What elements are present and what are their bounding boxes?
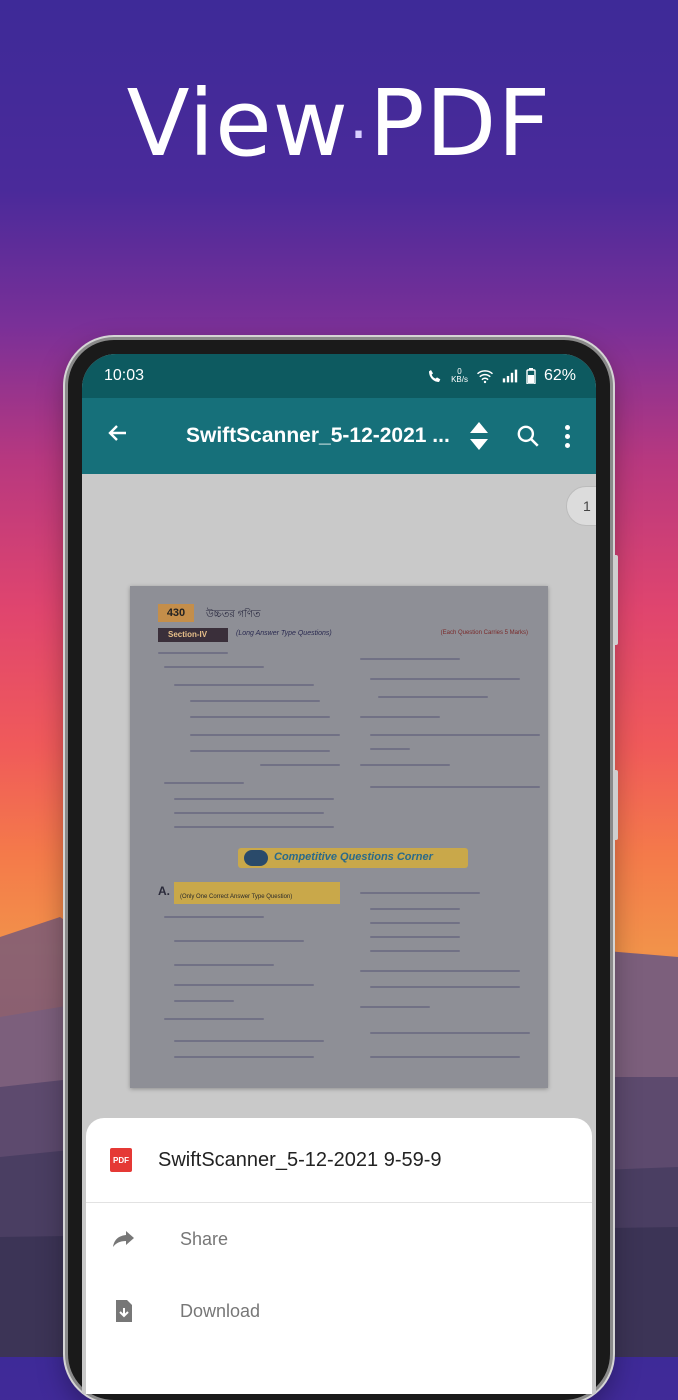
battery-percent: 62% xyxy=(543,367,576,384)
bottom-sheet: PDF SwiftScanner_5-12-2021 9-59-9 Share … xyxy=(86,1118,592,1394)
more-vert-icon xyxy=(564,424,570,430)
hero-title-pdf: PDF xyxy=(369,70,552,177)
previous-page-icon[interactable] xyxy=(470,422,488,433)
section-marks: (Each Question Carries 5 Marks) xyxy=(440,630,528,636)
hero-title: View·PDF xyxy=(0,70,678,177)
share-icon xyxy=(113,1231,134,1247)
competitive-banner: Competitive Questions Corner xyxy=(238,848,468,868)
net-speed: 0 KB/s xyxy=(451,368,468,384)
wifi-icon xyxy=(476,370,493,384)
hero-title-dot: · xyxy=(349,100,370,170)
section-header: Section-IV (Long Answer Type Questions) … xyxy=(158,628,538,642)
pdf-file-icon: PDF xyxy=(110,1148,132,1172)
question-block-label: A. xyxy=(158,884,170,898)
power-button xyxy=(613,770,618,840)
status-icons: 0 KB/s 62% xyxy=(427,367,576,385)
section-tag: Section-IV xyxy=(158,628,228,642)
more-options-button[interactable] xyxy=(552,424,582,448)
page-number: 430 xyxy=(158,604,194,622)
question-type-text: (Only One Correct Answer Type Question) xyxy=(180,894,293,900)
search-button[interactable] xyxy=(504,423,552,449)
question-type-box: (Only One Correct Answer Type Question) xyxy=(174,882,340,904)
phone-screen: 10:03 0 KB/s 62% SwiftScanner_5-12-2021 … xyxy=(82,354,596,1394)
share-label: Share xyxy=(180,1228,229,1249)
back-button[interactable] xyxy=(96,419,140,453)
page-indicator: 1 xyxy=(566,486,596,526)
phone-frame: 10:03 0 KB/s 62% SwiftScanner_5-12-2021 … xyxy=(68,340,618,1400)
banner-text: Competitive Questions Corner xyxy=(274,851,433,863)
pdf-page[interactable]: 430 উচ্চতর গণিত Section-IV (Long Answer … xyxy=(130,586,548,1088)
signal-icon xyxy=(502,369,518,383)
status-bar: 10:03 0 KB/s 62% xyxy=(82,354,596,398)
battery-icon xyxy=(526,368,536,384)
download-label: Download xyxy=(180,1300,261,1321)
net-speed-unit: KB/s xyxy=(451,375,468,384)
hero-title-view: View xyxy=(126,70,349,177)
page-nav xyxy=(454,422,504,450)
share-action[interactable]: Share xyxy=(86,1203,592,1275)
volume-button xyxy=(613,555,618,645)
download-action[interactable]: Download xyxy=(86,1275,592,1347)
app-toolbar: SwiftScanner_5-12-2021 ... xyxy=(82,398,596,474)
banner-emblem-icon xyxy=(244,850,268,866)
section-subtitle: (Long Answer Type Questions) xyxy=(236,630,332,637)
search-icon xyxy=(517,425,539,447)
sheet-header: PDF SwiftScanner_5-12-2021 9-59-9 xyxy=(86,1118,592,1203)
page-header: 430 উচ্চতর গণিত xyxy=(158,604,518,622)
status-time: 10:03 xyxy=(104,367,145,384)
document-title: SwiftScanner_5-12-2021 ... xyxy=(186,424,450,447)
next-page-icon[interactable] xyxy=(470,439,488,450)
call-icon xyxy=(429,370,441,382)
download-icon xyxy=(116,1300,132,1322)
arrow-back-icon xyxy=(108,425,126,441)
page-heading: উচ্চতর গণিত xyxy=(206,609,261,620)
sheet-file-name: SwiftScanner_5-12-2021 9-59-9 xyxy=(158,1148,442,1171)
